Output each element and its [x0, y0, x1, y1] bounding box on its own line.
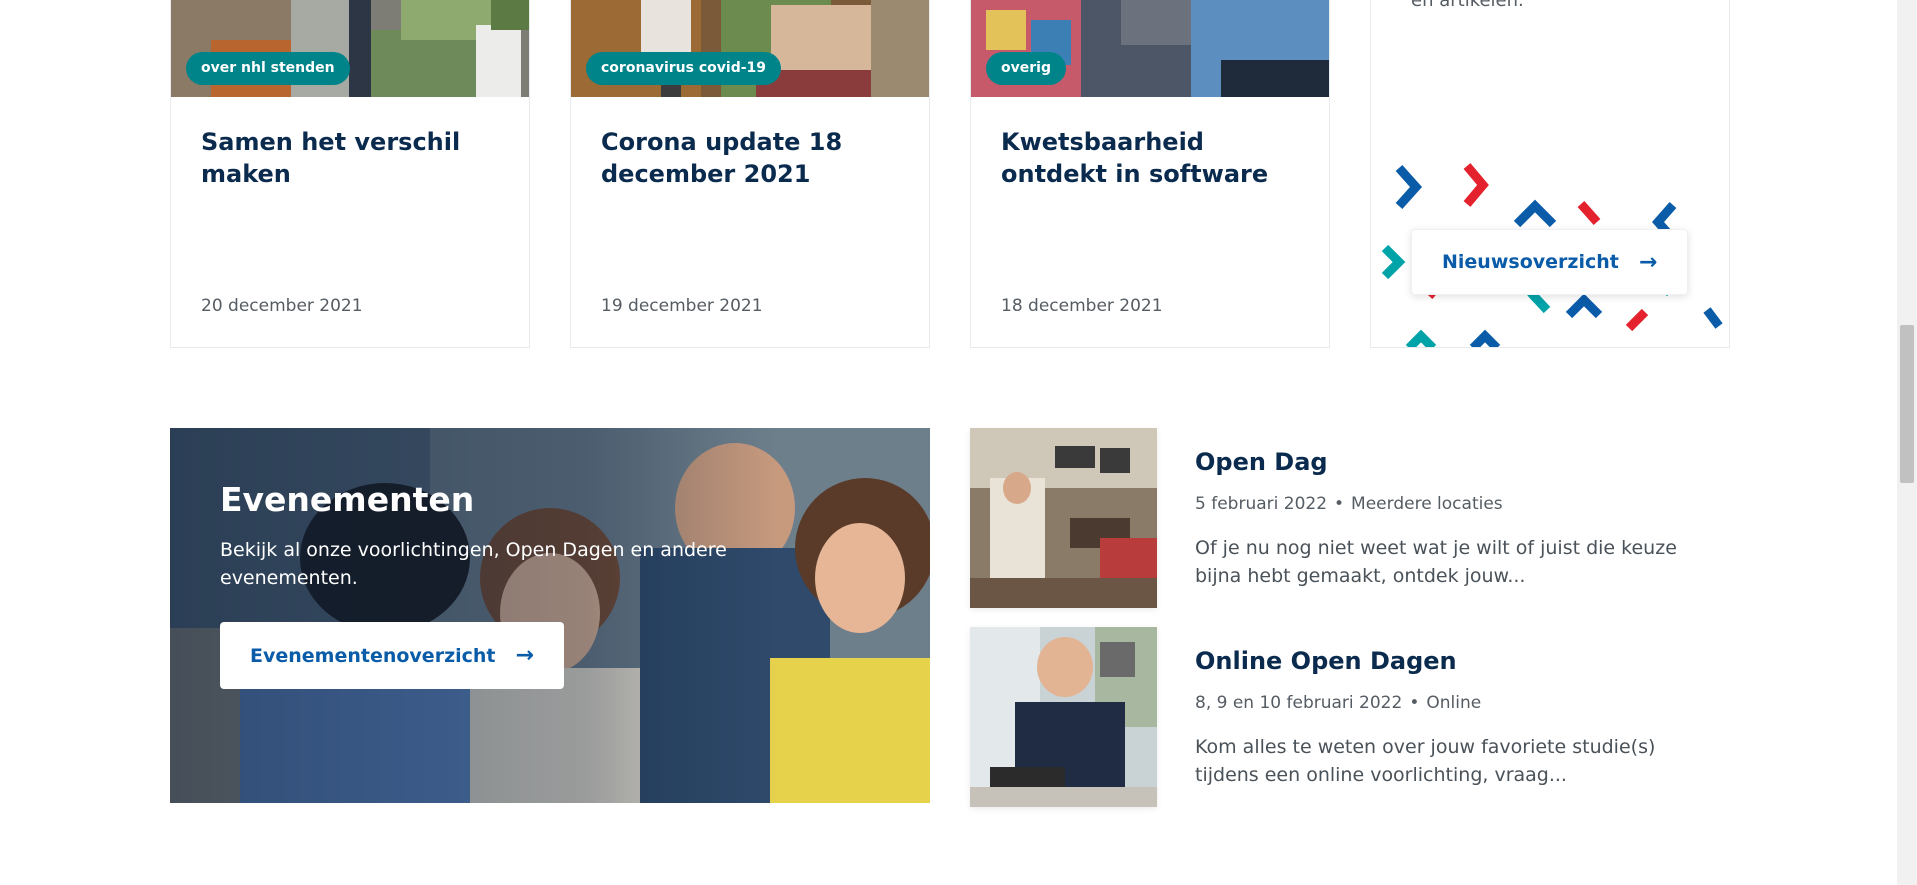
- event-thumbnail[interactable]: [970, 627, 1157, 807]
- news-title[interactable]: Corona update 18 december 2021: [601, 126, 899, 190]
- vertical-scrollbar[interactable]: [1897, 0, 1917, 885]
- news-overview-button[interactable]: Nieuwsoverzicht →: [1411, 229, 1689, 295]
- category-tag[interactable]: coronavirus covid-19: [586, 52, 782, 85]
- events-overview-button[interactable]: Evenementenoverzicht →: [220, 622, 564, 689]
- events-hero: Evenementen Bekijk al onze voorlichtinge…: [170, 428, 930, 803]
- event-meta: 8, 9 en 10 februari 2022 • Online: [1195, 693, 1481, 713]
- overview-intro-text: en artikelen.: [1411, 0, 1524, 11]
- news-title[interactable]: Kwetsbaarheid ontdekt in software: [1001, 126, 1299, 190]
- event-title[interactable]: Open Dag: [1195, 448, 1328, 476]
- news-overview-label: Nieuwsoverzicht: [1442, 251, 1619, 273]
- events-description: Bekijk al onze voorlichtingen, Open Dage…: [220, 539, 727, 589]
- event-title[interactable]: Online Open Dagen: [1195, 647, 1457, 675]
- category-tag[interactable]: overig: [986, 52, 1066, 85]
- news-date: 20 december 2021: [201, 296, 363, 316]
- scrollbar-thumb[interactable]: [1900, 325, 1914, 483]
- event-description: Kom alles te weten over jouw favoriete s…: [1195, 736, 1656, 786]
- news-overview-card: en artikelen. Nieuwsoverzicht →: [1370, 0, 1730, 348]
- page: over nhl stenden Samen het verschil make…: [0, 0, 1897, 885]
- events-title: Evenementen: [220, 480, 475, 519]
- event-date: 8, 9 en 10 februari 2022: [1195, 693, 1403, 713]
- event-item[interactable]: Online Open Dagen 8, 9 en 10 februari 20…: [970, 627, 1730, 807]
- events-overview-label: Evenementenoverzicht: [250, 644, 496, 667]
- bullet-separator: •: [1334, 494, 1345, 514]
- news-date: 19 december 2021: [601, 296, 763, 316]
- arrow-right-icon: →: [515, 643, 534, 668]
- event-meta: 5 februari 2022 • Meerdere locaties: [1195, 494, 1503, 514]
- arrow-right-icon: →: [1638, 249, 1658, 275]
- event-location: Online: [1426, 693, 1482, 713]
- news-title[interactable]: Samen het verschil maken: [201, 126, 499, 190]
- event-date: 5 februari 2022: [1195, 494, 1328, 514]
- event-location: Meerdere locaties: [1351, 494, 1503, 514]
- bullet-separator: •: [1409, 693, 1420, 713]
- event-thumbnail[interactable]: [970, 428, 1157, 608]
- category-tag[interactable]: over nhl stenden: [186, 52, 350, 85]
- event-description: Of je nu nog niet weet wat je wilt of ju…: [1195, 537, 1677, 587]
- news-card[interactable]: overig Kwetsbaarheid ontdekt in software…: [970, 0, 1330, 348]
- news-card[interactable]: coronavirus covid-19 Corona update 18 de…: [570, 0, 930, 348]
- event-item[interactable]: Open Dag 5 februari 2022 • Meerdere locati…: [970, 428, 1730, 608]
- news-card[interactable]: over nhl stenden Samen het verschil make…: [170, 0, 530, 348]
- news-date: 18 december 2021: [1001, 296, 1163, 316]
